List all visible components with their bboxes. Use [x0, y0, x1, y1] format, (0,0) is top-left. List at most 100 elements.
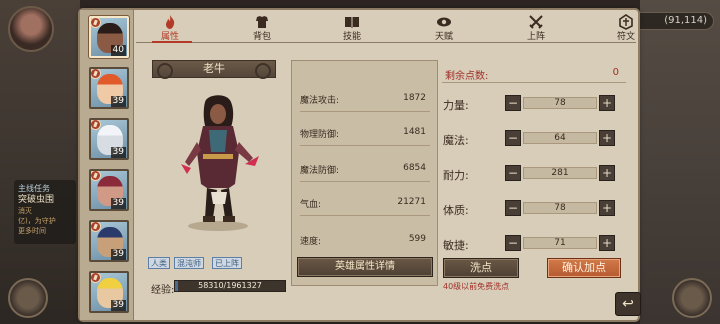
- plus-icon[interactable]: +: [599, 235, 615, 251]
- quest-line-4: 更多时间: [18, 227, 46, 235]
- hero-name-banner: 老牛: [152, 60, 276, 79]
- hero-level: 39: [110, 300, 126, 311]
- attribute-label: 体质:: [443, 204, 469, 217]
- currency-text: (91,114): [664, 15, 707, 26]
- tab-skills[interactable]: 技能: [322, 14, 382, 42]
- stat-label: 气血:: [300, 200, 322, 210]
- stat-divider: [300, 215, 430, 216]
- stat-row: 速度: 599: [298, 234, 432, 248]
- confirm-points-button[interactable]: 确认加点: [547, 258, 621, 278]
- attribute-value: 64: [554, 133, 566, 143]
- attribute-label: 力量:: [443, 99, 469, 112]
- stat-label: 魔法防御:: [300, 166, 340, 176]
- tab-attributes[interactable]: 属性: [140, 14, 200, 42]
- hero-tags: 人类 混沌师 已上阵: [148, 257, 288, 269]
- deployed-tag: 已上阵: [212, 257, 242, 269]
- hero-figure: [181, 95, 259, 231]
- attribute-value-box: 281: [523, 167, 597, 179]
- hero-detail-button[interactable]: 英雄属性详情: [297, 257, 433, 277]
- hero-card[interactable]: 39: [89, 271, 129, 313]
- exp-label: 经验:: [151, 285, 175, 296]
- class-tag: 混沌师: [174, 257, 204, 269]
- bottom-left-menu-button[interactable]: [8, 278, 48, 318]
- quest-title: 主线任务: [18, 184, 50, 193]
- attribute-label: 魔法:: [443, 134, 469, 147]
- quest-line-3: 亿)，为守护: [18, 217, 56, 225]
- minus-icon[interactable]: −: [505, 235, 521, 251]
- background-right: [640, 0, 720, 324]
- race-tag: 人类: [148, 257, 170, 269]
- stat-value: 599: [408, 234, 426, 244]
- tab-bar: 属性 背包 技能 天赋 上阵 符文: [136, 14, 636, 42]
- stat-divider: [300, 181, 430, 182]
- exp-bar: 58310/1961327: [174, 280, 286, 292]
- remaining-points-label: 剩余点数:: [445, 71, 489, 82]
- class-badge-icon: [91, 69, 101, 79]
- tab-label: 符文: [616, 32, 635, 42]
- reset-points-button[interactable]: 洗点: [443, 258, 519, 278]
- tab-label: 技能: [342, 32, 361, 42]
- hero-card[interactable]: 39: [89, 118, 129, 160]
- class-badge-icon: [91, 171, 101, 181]
- rune-icon: [618, 14, 634, 30]
- attribute-value: 78: [554, 98, 566, 108]
- class-badge-icon: [91, 120, 101, 130]
- stat-label: 物理防御:: [300, 130, 340, 140]
- hero-level: 39: [110, 147, 126, 158]
- minus-icon[interactable]: −: [505, 95, 521, 111]
- remaining-divider: [442, 82, 626, 83]
- back-arrow-icon[interactable]: ↩: [615, 292, 641, 316]
- reset-note: 40级以前免费洗点: [443, 282, 510, 291]
- tab-backpack[interactable]: 背包: [232, 14, 292, 42]
- hero-card[interactable]: 40: [89, 16, 129, 58]
- minus-icon[interactable]: −: [505, 165, 521, 181]
- hero-list: 40 39 39 39 39 39: [80, 10, 134, 320]
- hero-name: 老牛: [203, 62, 225, 75]
- tab-active-indicator: [152, 41, 192, 43]
- attribute-value-box: 78: [523, 202, 597, 214]
- plus-icon[interactable]: +: [599, 95, 615, 111]
- attribute-row-constitution: 体质: − 78 +: [443, 200, 623, 218]
- attribute-value-box: 64: [523, 132, 597, 144]
- tab-talents[interactable]: 天赋: [414, 14, 474, 42]
- plus-icon[interactable]: +: [599, 200, 615, 216]
- attribute-row-stamina: 耐力: − 281 +: [443, 165, 623, 183]
- hero-card[interactable]: 39: [89, 220, 129, 262]
- player-avatar[interactable]: [8, 6, 54, 52]
- stat-divider: [300, 111, 430, 112]
- attribute-row-magic: 魔法: − 64 +: [443, 130, 623, 148]
- tab-divider: [136, 42, 636, 43]
- stat-label: 魔法攻击:: [300, 96, 340, 106]
- tab-label: 天赋: [434, 32, 453, 42]
- attribute-value: 71: [554, 238, 566, 248]
- stat-row: 气血: 21271: [298, 197, 432, 211]
- tab-label: 上阵: [526, 32, 545, 42]
- plus-icon[interactable]: +: [599, 165, 615, 181]
- attribute-value-box: 78: [523, 97, 597, 109]
- stats-box: 魔法攻击: 1872 物理防御: 1481 魔法防御: 6854 气血: 21271 速度: 59…: [291, 60, 438, 286]
- hero-level: 39: [110, 249, 126, 260]
- hero-card[interactable]: 39: [89, 67, 129, 109]
- stat-value: 1481: [403, 127, 426, 137]
- minus-icon[interactable]: −: [505, 130, 521, 146]
- attribute-value-box: 71: [523, 237, 597, 249]
- stat-row: 魔法防御: 6854: [298, 163, 432, 177]
- tab-runes[interactable]: 符文: [596, 14, 656, 42]
- attribute-row-agility: 敏捷: − 71 +: [443, 235, 623, 253]
- stat-value: 21271: [397, 197, 426, 207]
- hero-level: 40: [110, 45, 126, 56]
- quest-panel[interactable]: 主线任务 突破虫围 消灭 亿)，为守护 更多时间: [14, 180, 76, 244]
- bottom-right-menu-button[interactable]: [672, 278, 712, 318]
- attribute-label: 敏捷:: [443, 239, 469, 252]
- hero-level: 39: [110, 96, 126, 107]
- book-icon: [344, 14, 360, 30]
- class-badge-icon: [91, 273, 101, 283]
- remaining-points-value: 0: [612, 67, 619, 78]
- hero-card[interactable]: 39: [89, 169, 129, 211]
- minus-icon[interactable]: −: [505, 200, 521, 216]
- plus-icon[interactable]: +: [599, 130, 615, 146]
- eye-icon: [436, 14, 452, 30]
- stat-row: 物理防御: 1481: [298, 127, 432, 141]
- tab-deploy[interactable]: 上阵: [506, 14, 566, 42]
- stat-label: 速度:: [300, 237, 322, 247]
